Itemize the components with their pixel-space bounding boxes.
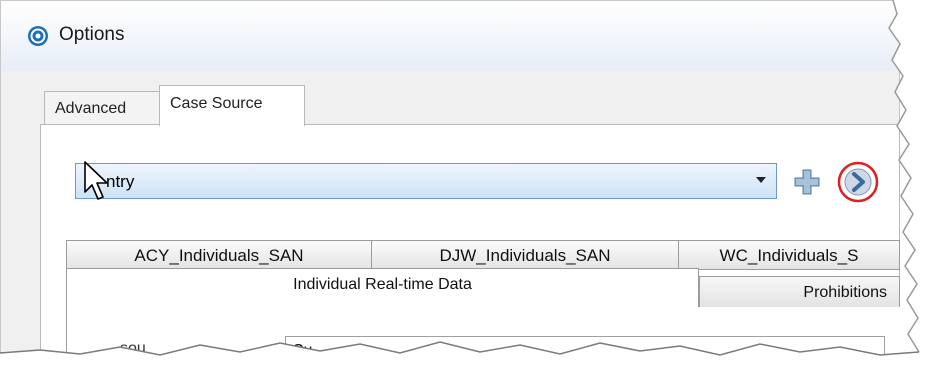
case-source-dropdown[interactable]: ntry	[75, 163, 777, 199]
source-field-input[interactable]: Cu	[285, 336, 885, 364]
source-tab-acy[interactable]: ACY_Individuals_SAN	[66, 240, 372, 270]
tab-advanced[interactable]: Advanced	[44, 91, 160, 124]
tab-prohibitions[interactable]: Prohibitions	[699, 276, 900, 308]
window-title: Options	[59, 24, 125, 45]
title-bar: Options	[1, 1, 899, 63]
source-tab-djw[interactable]: DJW_Individuals_SAN	[371, 240, 679, 270]
tab-individual-real-time-data[interactable]: Individual Real-time Data	[66, 268, 699, 308]
inner-tab-row: Individual Real-time Data Prohibitions	[66, 268, 900, 308]
options-app-icon	[28, 26, 48, 46]
tab-case-source[interactable]: Case Source	[159, 85, 305, 126]
mouse-pointer-icon	[84, 161, 108, 200]
chevron-right-icon[interactable]	[836, 160, 880, 204]
chevron-down-icon[interactable]	[756, 177, 766, 183]
plus-icon[interactable]	[792, 167, 822, 197]
source-tab-wc[interactable]: WC_Individuals_S	[678, 240, 900, 270]
source-field-label: sou	[120, 340, 146, 357]
source-field-value: Cu	[292, 342, 313, 359]
